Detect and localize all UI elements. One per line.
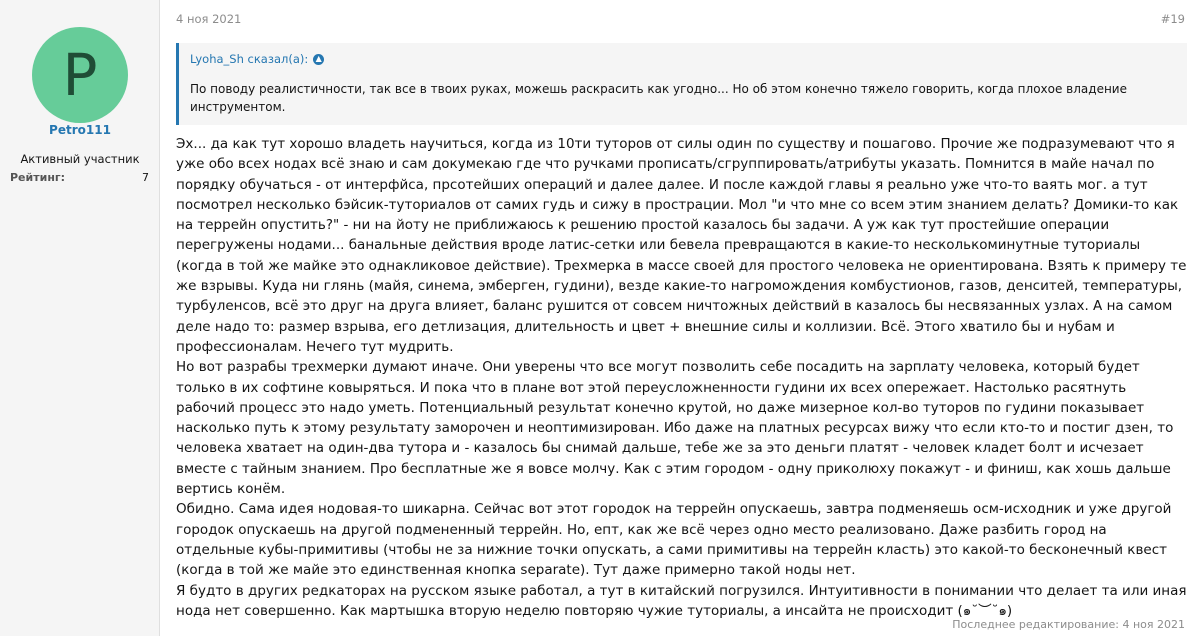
user-title: Активный участник xyxy=(20,152,140,166)
rating-label: Рейтинг: xyxy=(10,171,66,184)
forum-post: P Petro111 Активный участник Рейтинг: 7 … xyxy=(0,0,1193,636)
post-number-link[interactable]: #19 xyxy=(1161,12,1185,26)
quote-author[interactable]: Lyoha_Sh сказал(а): xyxy=(190,52,308,66)
username-link[interactable]: Petro111 xyxy=(0,123,160,137)
message-paragraph: Эх... да как тут хорошо владеть научитьс… xyxy=(176,136,1187,355)
quote-block: Lyoha_Sh сказал(а): ▲ По поводу реалисти… xyxy=(176,43,1187,125)
avatar-letter: P xyxy=(62,41,98,109)
message-paragraph: Обидно. Сама идея нодовая-то шикарна. Се… xyxy=(176,501,1172,579)
last-edited-note: Последнее редактирование: 4 ноя 2021 xyxy=(952,618,1185,631)
rating-value: 7 xyxy=(142,171,149,184)
user-panel: P Petro111 Активный участник Рейтинг: 7 xyxy=(0,0,160,636)
arrow-up-icon[interactable]: ▲ xyxy=(313,53,325,65)
message-paragraph: Я будто в других редкаторах на русском я… xyxy=(176,582,1187,619)
quote-text: По поводу реалистичности, так все в твои… xyxy=(190,82,1127,114)
avatar[interactable]: P xyxy=(32,27,128,123)
message-body: Эх... да как тут хорошо владеть научитьс… xyxy=(176,134,1188,621)
quote-header[interactable]: Lyoha_Sh сказал(а): ▲ xyxy=(190,52,325,66)
post-date-link[interactable]: 4 ноя 2021 xyxy=(176,12,241,26)
message-paragraph: Но вот разрабы трехмерки думают иначе. О… xyxy=(176,359,1174,498)
